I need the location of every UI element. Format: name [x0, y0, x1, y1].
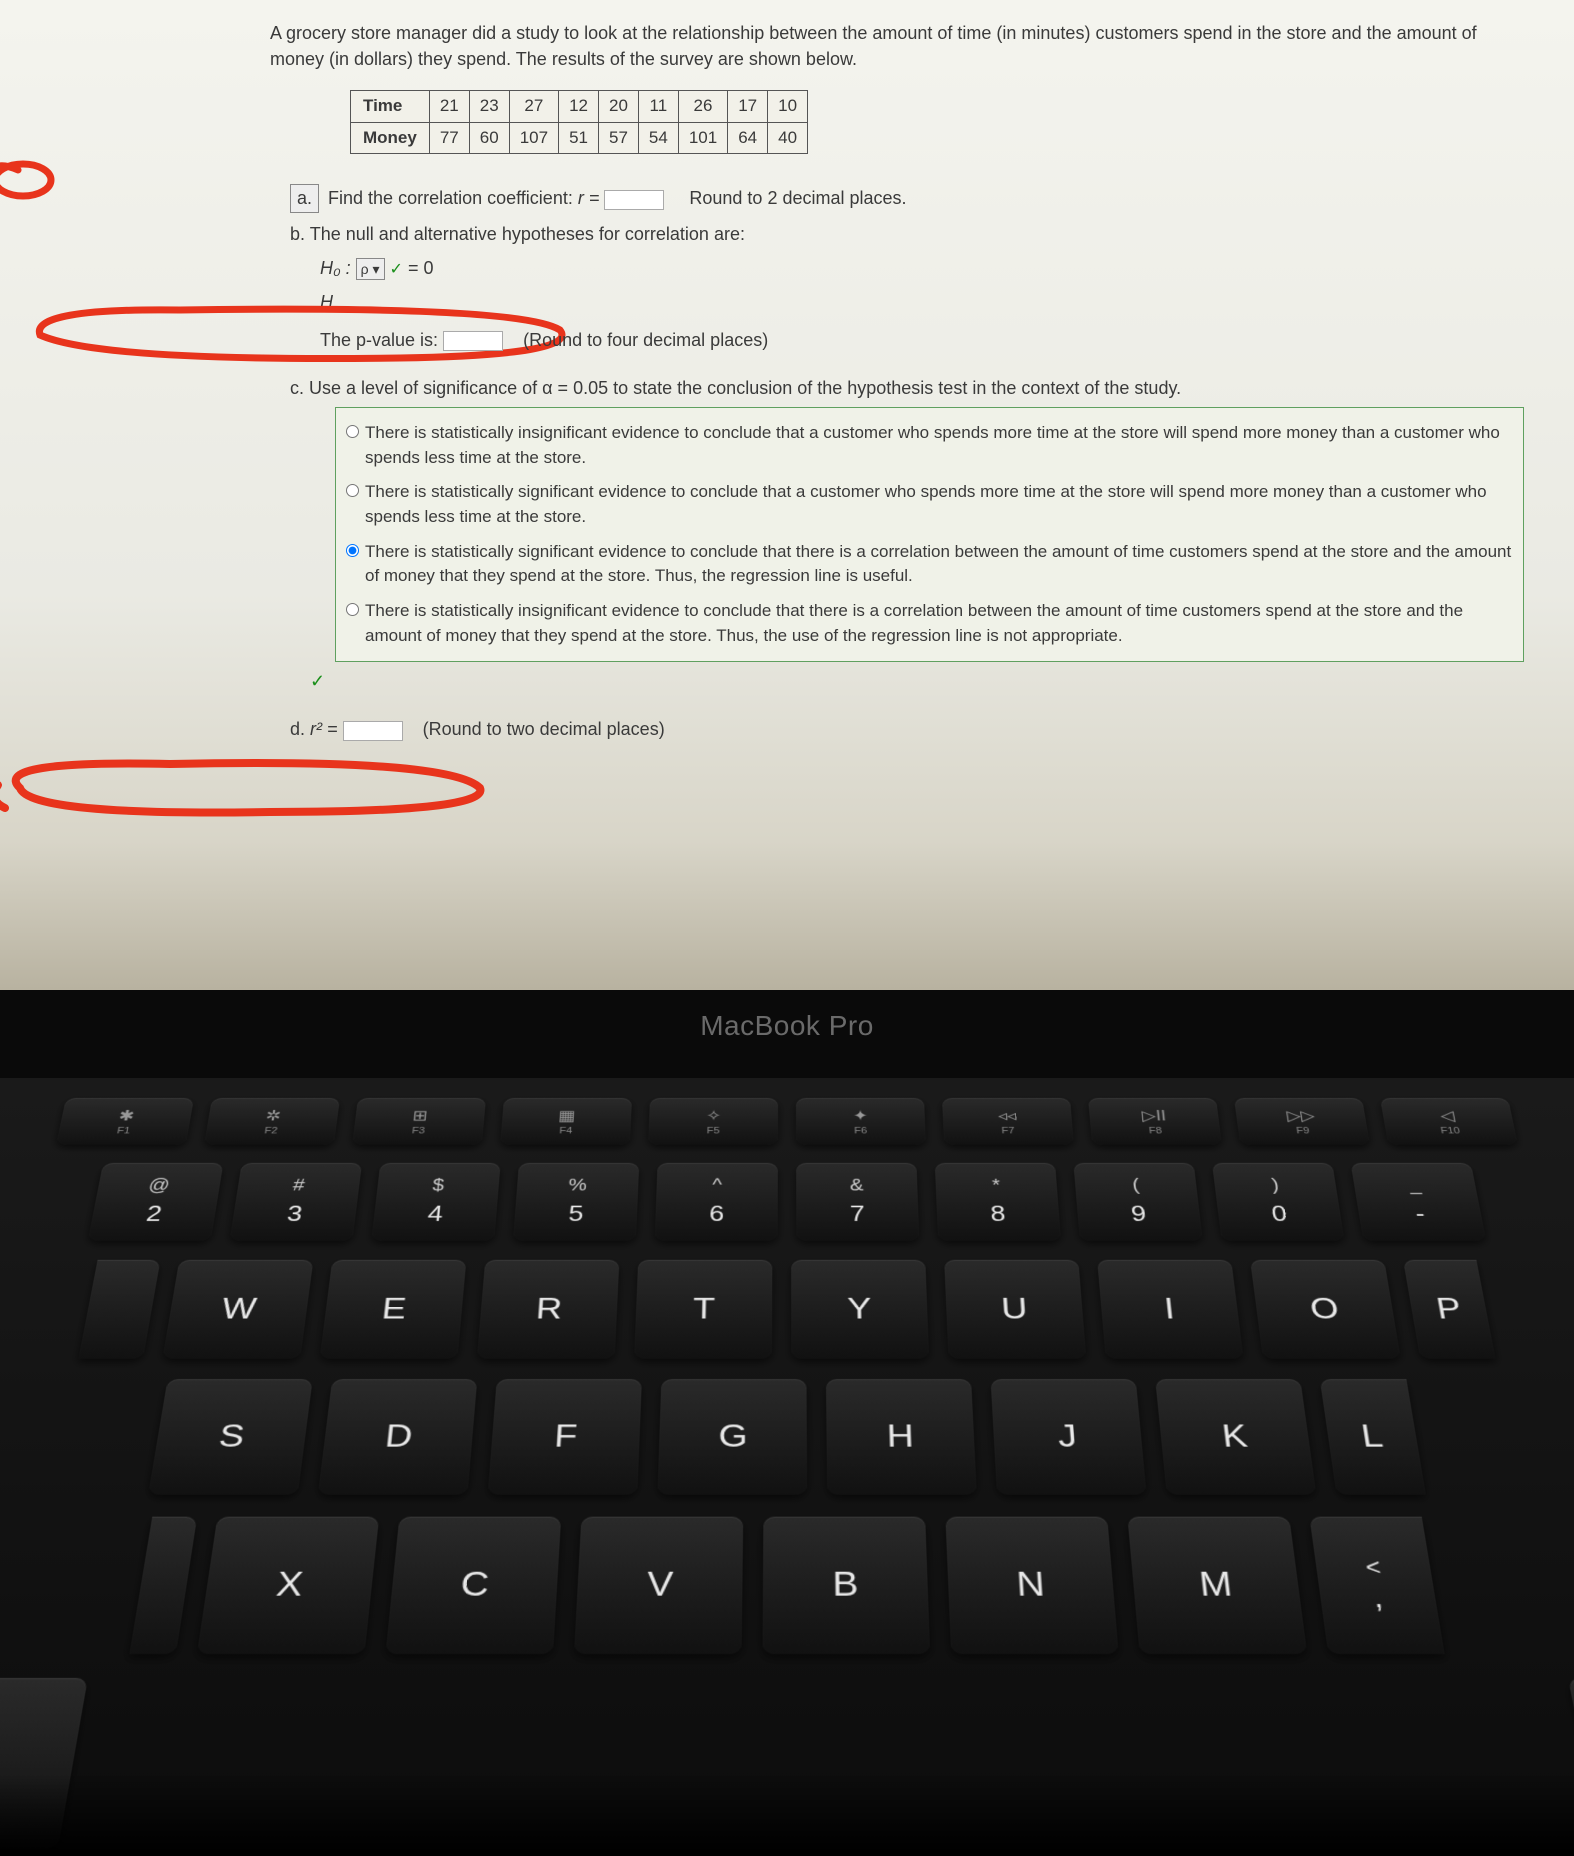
radio-input[interactable] — [346, 603, 359, 616]
keyboard-row-qwerty: W E R T Y U I O P — [0, 1260, 1574, 1359]
key-f8[interactable]: ▷IIF8 — [1088, 1098, 1222, 1145]
question-c: c. Use a level of significance of α = 0.… — [290, 375, 1524, 401]
key-w[interactable]: W — [162, 1260, 313, 1359]
key-f10[interactable]: ◁F10 — [1380, 1098, 1518, 1145]
part-label: a. — [290, 184, 319, 212]
key-f7[interactable]: ◃◃F7 — [942, 1098, 1074, 1145]
key-s[interactable]: S — [148, 1379, 313, 1495]
key-x[interactable]: X — [197, 1517, 379, 1654]
key-n[interactable]: N — [945, 1517, 1118, 1654]
key-f1[interactable]: ✱F1 — [56, 1098, 194, 1145]
key-j[interactable]: J — [991, 1379, 1147, 1495]
key-c[interactable]: C — [385, 1517, 561, 1654]
key-g[interactable]: G — [657, 1379, 807, 1495]
laptop-screen: A grocery store manager did a study to l… — [0, 0, 1574, 990]
key-f6[interactable]: ✦F6 — [796, 1098, 926, 1145]
question-a: a. Find the correlation coefficient: r =… — [290, 184, 1524, 212]
key-u[interactable]: U — [944, 1260, 1086, 1359]
problem-content: A grocery store manager did a study to l… — [270, 20, 1524, 742]
key-o[interactable]: O — [1250, 1260, 1401, 1359]
data-table: Time 21 23 27 12 20 11 26 17 10 Money 77… — [350, 90, 808, 154]
keyboard-row-asdf: S D F G H J K L — [0, 1379, 1574, 1495]
key-f9[interactable]: ▷▷F9 — [1234, 1098, 1370, 1145]
red-annotation-a — [0, 152, 68, 202]
pvalue-input[interactable] — [443, 331, 503, 351]
laptop-label: MacBook Pro — [0, 1010, 1574, 1042]
table-row: Money 77 60 107 51 57 54 101 64 40 — [351, 122, 808, 154]
red-annotation-d — [0, 750, 530, 830]
fade — [0, 1776, 1574, 1856]
key-p[interactable]: P — [1403, 1260, 1496, 1359]
key-d[interactable]: D — [318, 1379, 477, 1495]
question-b: b. The null and alternative hypotheses f… — [290, 221, 1524, 247]
key-8[interactable]: *8 — [935, 1163, 1061, 1241]
keyboard-row-zxcv: X C V B N M < , — [0, 1517, 1574, 1654]
key-6[interactable]: ^6 — [655, 1163, 778, 1241]
key-f4[interactable]: ▦F4 — [500, 1098, 632, 1145]
radio-input[interactable] — [346, 544, 359, 557]
key-i[interactable]: I — [1097, 1260, 1243, 1359]
key-f5[interactable]: ✧F5 — [648, 1098, 778, 1145]
key-5[interactable]: %5 — [513, 1163, 639, 1241]
key-r[interactable]: R — [477, 1260, 619, 1359]
radio-input[interactable] — [346, 425, 359, 438]
problem-intro: A grocery store manager did a study to l… — [270, 20, 1524, 72]
check-icon: ✓ — [310, 668, 1524, 694]
question-d: d. r² = (Round to two decimal places) — [290, 716, 1524, 742]
r-input[interactable] — [604, 190, 664, 210]
key-9[interactable]: (9 — [1073, 1163, 1202, 1241]
key-edge[interactable] — [129, 1517, 197, 1654]
radio-option[interactable]: There is statistically significant evide… — [344, 475, 1515, 534]
key-dash[interactable]: _- — [1351, 1163, 1487, 1241]
options-box: There is statistically insignificant evi… — [335, 407, 1524, 662]
key-b[interactable]: B — [763, 1517, 931, 1654]
key-7[interactable]: &7 — [796, 1163, 919, 1241]
h0-select[interactable]: ρ ▾ — [356, 258, 385, 280]
h1-row: H — [320, 289, 1524, 315]
h0-row: H₀ : ρ ▾ ✓ = 0 — [320, 255, 1524, 281]
key-3[interactable]: #3 — [229, 1163, 362, 1241]
key-m[interactable]: M — [1127, 1517, 1307, 1654]
key-e[interactable]: E — [320, 1260, 467, 1359]
key-y[interactable]: Y — [791, 1260, 929, 1359]
key-2[interactable]: @2 — [88, 1163, 224, 1241]
radio-option[interactable]: There is statistically significant evide… — [344, 535, 1515, 594]
keyboard: ✱F1 ✲F2 ⊞F3 ▦F4 ✧F5 ✦F6 ◃◃F7 ▷IIF8 ▷▷F9 … — [0, 1078, 1574, 1856]
keyboard-numrow: @2 #3 $4 %5 ^6 &7 *8 (9 )0 _- — [0, 1163, 1574, 1241]
table-row: Time 21 23 27 12 20 11 26 17 10 — [351, 91, 808, 123]
radio-input[interactable] — [346, 484, 359, 497]
key-l[interactable]: L — [1320, 1379, 1426, 1495]
key-h[interactable]: H — [826, 1379, 977, 1495]
check-icon: ✓ — [390, 261, 403, 278]
key-4[interactable]: $4 — [371, 1163, 500, 1241]
key-command-right[interactable]: ⌘ — [1568, 1678, 1574, 1756]
key-edge[interactable] — [78, 1260, 160, 1359]
row-label: Time — [351, 91, 430, 123]
key-f[interactable]: F — [488, 1379, 642, 1495]
keyboard-frow: ✱F1 ✲F2 ⊞F3 ▦F4 ✧F5 ✦F6 ◃◃F7 ▷IIF8 ▷▷F9 … — [0, 1098, 1574, 1145]
pvalue-row: The p-value is: (Round to four decimal p… — [320, 327, 1524, 353]
row-label: Money — [351, 122, 430, 154]
key-v[interactable]: V — [574, 1517, 743, 1654]
radio-option[interactable]: There is statistically insignificant evi… — [344, 416, 1515, 475]
key-f2[interactable]: ✲F2 — [204, 1098, 340, 1145]
key-k[interactable]: K — [1155, 1379, 1316, 1495]
key-f3[interactable]: ⊞F3 — [352, 1098, 486, 1145]
r2-input[interactable] — [343, 721, 403, 741]
key-0[interactable]: )0 — [1212, 1163, 1345, 1241]
key-t[interactable]: T — [634, 1260, 772, 1359]
key-comma[interactable]: < , — [1309, 1517, 1444, 1654]
radio-option[interactable]: There is statistically insignificant evi… — [344, 594, 1515, 653]
